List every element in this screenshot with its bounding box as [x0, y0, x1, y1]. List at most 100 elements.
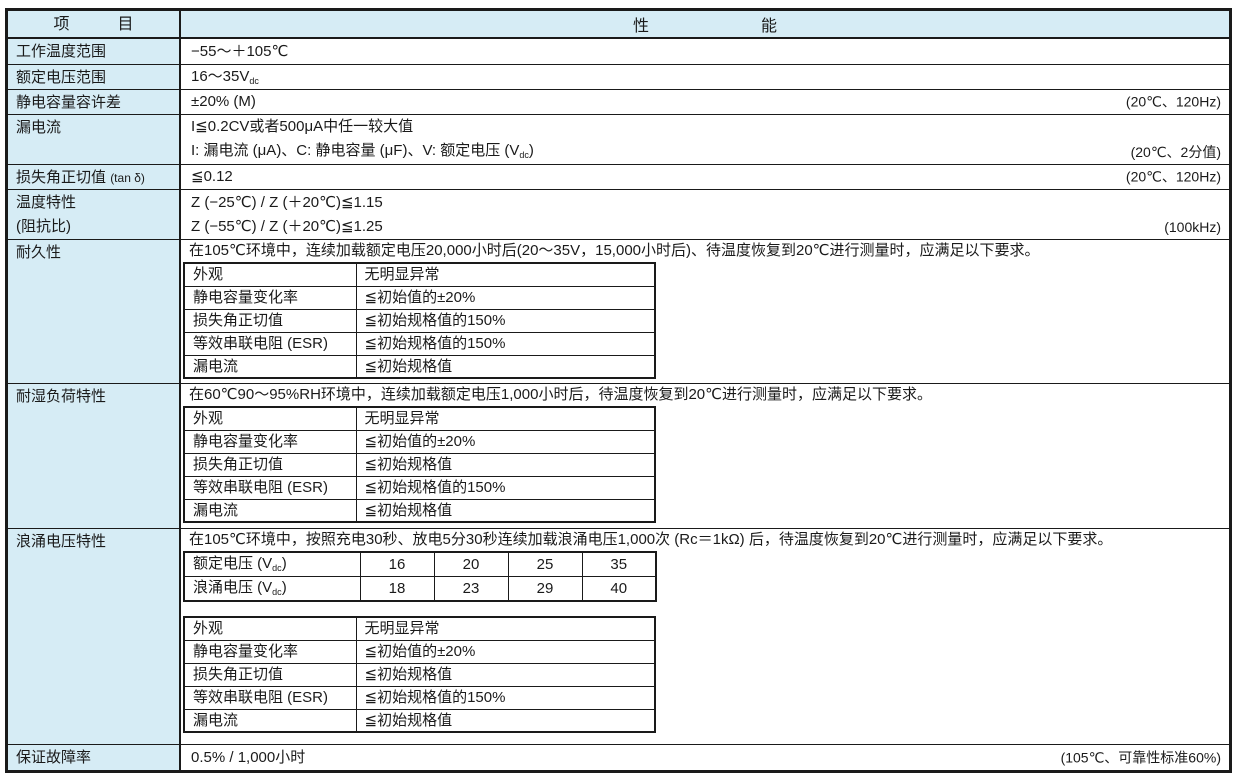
surge-voltage-table: 额定电压 (Vdc) 16 20 25 35 浪涌电压 (Vdc) 18 23 …: [183, 551, 657, 602]
leakage-current-formula: I≦0.2CV或者500μA中任一较大值: [191, 115, 1219, 139]
column-header-performance: 性 能: [181, 11, 1229, 37]
surge-value-cell: 25: [508, 552, 582, 577]
endurance-criteria-table: 外观无明显异常 静电容量变化率≦初始值的±20% 损失角正切值≦初始规格值的15…: [183, 262, 656, 379]
capacitance-tolerance-value: ±20% (M): [191, 90, 1219, 114]
criteria-name-cell: 漏电流: [184, 709, 356, 732]
criteria-value-cell: ≦初始规格值: [356, 355, 655, 378]
criteria-value-cell: ≦初始规格值的150%: [356, 686, 655, 709]
criteria-value-cell: ≦初始规格值的150%: [356, 332, 655, 355]
row-label-guaranteed-failure-rate: 保证故障率: [8, 745, 181, 770]
row-value-tan-delta: ≦0.12 (20℃、120Hz): [181, 165, 1229, 189]
criteria-row: 漏电流≦初始规格值: [184, 499, 655, 522]
temp-char-label-line2: (阻抗比): [16, 215, 171, 239]
criteria-value-cell: ≦初始规格值的150%: [356, 309, 655, 332]
row-guaranteed-failure-rate: 保证故障率 0.5% / 1,000小时 (105℃、可靠性标准60%): [8, 745, 1229, 770]
row-value-operating-temp-range: −55～＋105℃: [181, 39, 1229, 64]
leakage-legend-close: ): [529, 142, 534, 159]
criteria-name-cell: 损失角正切值: [184, 663, 356, 686]
leakage-current-legend: I: 漏电流 (μA)、C: 静电容量 (μF)、V: 额定电压 (Vdc): [191, 139, 1219, 164]
surge-value-cell: 29: [508, 577, 582, 602]
surge-value-cell: 16: [360, 552, 434, 577]
criteria-row: 漏电流≦初始规格值: [184, 355, 655, 378]
surge-row-label-text: 额定电压 (V: [193, 555, 272, 572]
row-label-leakage-current: 漏电流: [8, 115, 181, 164]
row-value-guaranteed-failure-rate: 0.5% / 1,000小时 (105℃、可靠性标准60%): [181, 745, 1229, 770]
rated-voltage-range-value: 16～35Vdc: [191, 65, 1219, 89]
row-label-surge-voltage: 浪涌电压特性: [8, 529, 181, 744]
criteria-name-cell: 漏电流: [184, 355, 356, 378]
row-value-leakage-current: I≦0.2CV或者500μA中任一较大值 I: 漏电流 (μA)、C: 静电容量…: [181, 115, 1229, 164]
row-label-temperature-characteristics: 温度特性 (阻抗比): [8, 190, 181, 239]
criteria-row: 外观无明显异常: [184, 617, 655, 640]
column-header-item: 项 目: [8, 11, 181, 37]
criteria-value-cell: ≦初始规格值的150%: [356, 476, 655, 499]
impedance-ratio-line1: Z (−25℃) / Z (＋20℃)≦1.15: [191, 191, 1219, 215]
row-rated-voltage-range: 额定电压范围 16～35Vdc: [8, 65, 1229, 90]
criteria-name-cell: 外观: [184, 263, 356, 286]
criteria-value-cell: 无明显异常: [356, 407, 655, 430]
criteria-value-cell: ≦初始值的±20%: [356, 640, 655, 663]
criteria-row: 损失角正切值≦初始规格值: [184, 663, 655, 686]
surge-value-cell: 35: [582, 552, 656, 577]
criteria-row: 损失角正切值≦初始规格值的150%: [184, 309, 655, 332]
criteria-value-cell: ≦初始规格值: [356, 453, 655, 476]
row-value-endurance: 在105℃环境中，连续加载额定电压20,000小时后(20～35V，15,000…: [181, 240, 1229, 383]
criteria-row: 静电容量变化率≦初始值的±20%: [184, 640, 655, 663]
criteria-name-cell: 等效串联电阻 (ESR): [184, 686, 356, 709]
row-leakage-current: 漏电流 I≦0.2CV或者500μA中任一较大值 I: 漏电流 (μA)、C: …: [8, 115, 1229, 165]
criteria-row: 外观无明显异常: [184, 407, 655, 430]
vdc-subscript: dc: [249, 76, 259, 86]
criteria-row: 等效串联电阻 (ESR)≦初始规格值的150%: [184, 686, 655, 709]
criteria-name-cell: 静电容量变化率: [184, 640, 356, 663]
temp-char-label-line1: 温度特性: [16, 191, 171, 215]
impedance-ratio-line2: Z (−55℃) / Z (＋20℃)≦1.25: [191, 215, 1219, 239]
criteria-name-cell: 等效串联电阻 (ESR): [184, 476, 356, 499]
row-temperature-characteristics: 温度特性 (阻抗比) Z (−25℃) / Z (＋20℃)≦1.15 Z (−…: [8, 190, 1229, 240]
spec-table: 项 目 性 能 工作温度范围 −55～＋105℃ 额定电压范围 16～35Vdc…: [5, 8, 1232, 773]
row-humidity-load: 耐湿负荷特性 在60℃90～95%RH环境中，连续加载额定电压1,000小时后，…: [8, 384, 1229, 529]
criteria-value-cell: ≦初始规格值: [356, 499, 655, 522]
criteria-value-cell: ≦初始规格值: [356, 709, 655, 732]
criteria-value-cell: ≦初始值的±20%: [356, 430, 655, 453]
row-operating-temp-range: 工作温度范围 −55～＋105℃: [8, 39, 1229, 65]
row-value-rated-voltage-range: 16～35Vdc: [181, 65, 1229, 89]
surge-row-label-close: ): [282, 579, 287, 596]
row-surge-voltage: 浪涌电压特性 在105℃环境中，按照充电30秒、放电5分30秒连续加载浪涌电压1…: [8, 529, 1229, 745]
row-label-humidity-load: 耐湿负荷特性: [8, 384, 181, 528]
criteria-name-cell: 损失角正切值: [184, 309, 356, 332]
vdc-subscript: dc: [272, 563, 282, 573]
operating-temp-range-value: −55～＋105℃: [191, 40, 1219, 64]
criteria-value-cell: ≦初始值的±20%: [356, 286, 655, 309]
surge-row-label: 浪涌电压 (Vdc): [184, 577, 360, 602]
criteria-name-cell: 损失角正切值: [184, 453, 356, 476]
surge-voltage-row: 浪涌电压 (Vdc) 18 23 29 40: [184, 577, 656, 602]
row-tan-delta: 损失角正切值 (tan δ) ≦0.12 (20℃、120Hz): [8, 165, 1229, 190]
criteria-name-cell: 等效串联电阻 (ESR): [184, 332, 356, 355]
criteria-row: 外观无明显异常: [184, 263, 655, 286]
criteria-value-cell: ≦初始规格值: [356, 663, 655, 686]
failure-rate-condition: (105℃、可靠性标准60%): [1061, 747, 1221, 768]
leakage-legend-text: I: 漏电流 (μA)、C: 静电容量 (μF)、V: 额定电压 (V: [191, 142, 519, 159]
surge-value-cell: 18: [360, 577, 434, 602]
row-value-humidity-load: 在60℃90～95%RH环境中，连续加载额定电压1,000小时后，待温度恢复到2…: [181, 384, 1229, 528]
criteria-name-cell: 漏电流: [184, 499, 356, 522]
surge-rated-voltage-row: 额定电压 (Vdc) 16 20 25 35: [184, 552, 656, 577]
surge-row-label-close: ): [282, 555, 287, 572]
row-capacitance-tolerance: 静电容量容许差 ±20% (M) (20℃、120Hz): [8, 90, 1229, 115]
surge-value-cell: 20: [434, 552, 508, 577]
row-value-temperature-characteristics: Z (−25℃) / Z (＋20℃)≦1.15 Z (−55℃) / Z (＋…: [181, 190, 1229, 239]
tan-delta-value: ≦0.12: [191, 165, 1219, 189]
criteria-row: 静电容量变化率≦初始值的±20%: [184, 430, 655, 453]
criteria-row: 静电容量变化率≦初始值的±20%: [184, 286, 655, 309]
row-label-capacitance-tolerance: 静电容量容许差: [8, 90, 181, 114]
vdc-subscript: dc: [272, 587, 282, 597]
row-label-operating-temp-range: 工作温度范围: [8, 39, 181, 64]
tan-delta-symbol: (tan δ): [110, 171, 145, 185]
endurance-test-condition: 在105℃环境中，连续加载额定电压20,000小时后(20～35V，15,000…: [181, 240, 1229, 262]
rated-voltage-range-main: 16～35V: [191, 68, 249, 85]
criteria-name-cell: 静电容量变化率: [184, 430, 356, 453]
criteria-row: 等效串联电阻 (ESR)≦初始规格值的150%: [184, 476, 655, 499]
surge-value-cell: 23: [434, 577, 508, 602]
leakage-current-condition: (20℃、2分值): [1131, 142, 1221, 163]
tan-delta-label: 损失角正切值 (tan δ): [16, 166, 171, 190]
